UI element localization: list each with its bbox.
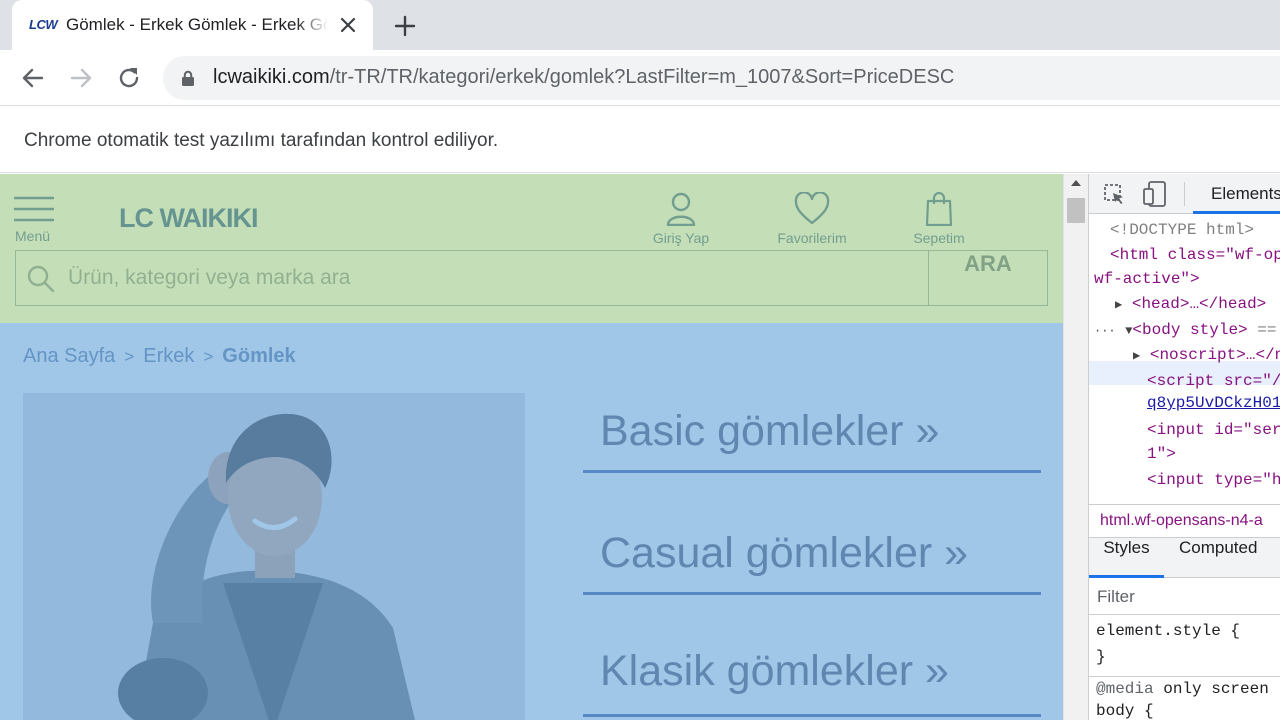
devtools-panel: Elements <!DOCTYPE html> <html class="wf… bbox=[1088, 174, 1280, 720]
infobar-text: Chrome otomatik test yazılımı tarafından… bbox=[24, 130, 499, 151]
url-host: lcwaikiki.com bbox=[213, 66, 330, 88]
search-icon bbox=[27, 265, 55, 293]
automation-infobar: Chrome otomatik test yazılımı tarafından… bbox=[0, 107, 1280, 173]
devtools-breadcrumb[interactable]: html.wf-opensans-n4-a bbox=[1089, 504, 1280, 538]
rule-element-style[interactable]: element.style { bbox=[1096, 620, 1240, 642]
styles-rules: element.style { } @media only screen bod… bbox=[1089, 616, 1280, 720]
dom-html-text: <html class="wf-op bbox=[1110, 246, 1280, 264]
cart-link[interactable]: Sepetim bbox=[910, 192, 968, 246]
new-tab-plus-icon[interactable] bbox=[393, 14, 417, 38]
page-scrollbar[interactable] bbox=[1063, 174, 1088, 720]
device-toolbar-icon[interactable] bbox=[1143, 181, 1167, 207]
browser-toolbar: lcwaikiki.com/tr-TR/TR/kategori/erkek/go… bbox=[0, 50, 1280, 106]
site-header: Menü LC WAIKIKI Giriş Yap Favorilerim Se… bbox=[0, 174, 1063, 323]
category-link-casual[interactable]: Casual gömlekler » bbox=[583, 529, 1041, 595]
styles-filter-input[interactable] bbox=[1097, 585, 1277, 609]
search-button[interactable]: ARA bbox=[928, 251, 1047, 305]
styles-filter bbox=[1089, 579, 1280, 615]
logo-text: LC WAIKIKI bbox=[119, 203, 258, 232]
breadcrumb-men[interactable]: Erkek bbox=[143, 345, 194, 367]
toolbar-divider bbox=[1184, 182, 1185, 206]
rule-media-keyword: @media bbox=[1096, 680, 1154, 698]
favorites-link[interactable]: Favorilerim bbox=[774, 192, 850, 246]
devtools-breadcrumb-text[interactable]: html.wf-opensans-n4-a bbox=[1100, 512, 1263, 530]
address-bar[interactable]: lcwaikiki.com/tr-TR/TR/kategori/erkek/go… bbox=[163, 56, 1280, 100]
dom-head[interactable]: ▶ <head>…</head> bbox=[1115, 293, 1266, 315]
heart-icon bbox=[794, 192, 830, 225]
rule-close-brace: } bbox=[1096, 648, 1106, 666]
search-input[interactable] bbox=[68, 251, 928, 305]
breadcrumb-home[interactable]: Ana Sayfa bbox=[23, 345, 115, 367]
breadcrumb: Ana Sayfa > Erkek > Gömlek bbox=[23, 345, 296, 368]
dom-body-text: <body style> bbox=[1132, 321, 1248, 339]
category-link-basic[interactable]: Basic gömlekler » bbox=[583, 407, 1041, 473]
dom-noscript[interactable]: ▶ <noscript>…</n bbox=[1133, 344, 1280, 366]
breadcrumb-current: Gömlek bbox=[222, 345, 296, 367]
dom-script-link[interactable]: q8yp5UvDCkzH01 bbox=[1147, 392, 1280, 414]
inspect-element-icon[interactable] bbox=[1103, 183, 1125, 205]
login-label: Giriş Yap bbox=[652, 230, 710, 246]
tab-computed[interactable]: Computed bbox=[1179, 538, 1257, 578]
browser-tab[interactable]: LCW Gömlek - Erkek Gömlek - Erkek Gömlek… bbox=[12, 0, 373, 50]
more-ellipsis-icon[interactable]: ··· bbox=[1094, 324, 1116, 338]
dom-head-text: <head>…</head> bbox=[1131, 295, 1267, 313]
favorites-label: Favorilerim bbox=[777, 230, 847, 246]
styles-tabbar: Styles Computed bbox=[1089, 538, 1280, 578]
menu-label[interactable]: Menü bbox=[15, 228, 50, 244]
scroll-thumb[interactable] bbox=[1067, 198, 1085, 223]
url-text[interactable]: lcwaikiki.com/tr-TR/TR/kategori/erkek/go… bbox=[213, 66, 954, 89]
lc-waikiki-logo[interactable]: LC WAIKIKI bbox=[119, 202, 279, 232]
dom-input-1[interactable]: <input id="ser bbox=[1147, 419, 1280, 441]
hero-model-image[interactable] bbox=[23, 393, 525, 720]
url-path: /tr-TR/TR/kategori/erkek/gomlek?LastFilt… bbox=[329, 66, 955, 88]
category-body: Ana Sayfa > Erkek > Gömlek Basic gömlekl… bbox=[0, 323, 1063, 720]
dom-html-cont: wf-active"> bbox=[1094, 270, 1200, 288]
dom-html-open[interactable]: <html class="wf-op bbox=[1110, 244, 1280, 266]
back-arrow-icon[interactable] bbox=[20, 65, 46, 91]
dom-body-eq: == bbox=[1247, 321, 1277, 339]
cart-label: Sepetim bbox=[913, 230, 965, 246]
dom-noscript-text: <noscript>…</n bbox=[1149, 346, 1280, 364]
expand-triangle-icon[interactable]: ▶ bbox=[1133, 349, 1140, 363]
dom-input-2[interactable]: <input type="h bbox=[1147, 469, 1280, 491]
shopping-bag-icon bbox=[925, 192, 953, 226]
dom-script[interactable]: <script src="/ bbox=[1147, 370, 1280, 392]
dom-input-1-cont: 1"> bbox=[1147, 445, 1176, 463]
rule-divider bbox=[1089, 676, 1280, 677]
lcw-favicon-icon: LCW bbox=[29, 17, 58, 32]
breadcrumb-separator: > bbox=[124, 347, 135, 366]
devtools-toolbar: Elements bbox=[1089, 174, 1280, 214]
tab-elements[interactable]: Elements bbox=[1193, 174, 1280, 214]
scroll-up-arrow-icon[interactable] bbox=[1071, 180, 1081, 186]
dom-tree: <!DOCTYPE html> <html class="wf-op wf-ac… bbox=[1089, 216, 1280, 498]
login-link[interactable]: Giriş Yap bbox=[650, 192, 712, 246]
reload-icon[interactable] bbox=[116, 65, 142, 91]
tab-styles[interactable]: Styles bbox=[1089, 538, 1164, 578]
dom-body[interactable]: ··· ▼<body style> == bbox=[1094, 319, 1276, 341]
rule-media-query: only screen bbox=[1153, 680, 1269, 698]
dom-doctype[interactable]: <!DOCTYPE html> bbox=[1110, 219, 1254, 241]
expand-triangle-icon[interactable]: ▶ bbox=[1115, 298, 1122, 312]
forward-arrow-icon[interactable] bbox=[68, 65, 94, 91]
rule-media[interactable]: @media only screen bbox=[1096, 678, 1269, 700]
rule-body[interactable]: body { bbox=[1096, 700, 1154, 720]
page-viewport: Menü LC WAIKIKI Giriş Yap Favorilerim Se… bbox=[0, 174, 1063, 720]
lock-icon[interactable] bbox=[181, 70, 195, 86]
hamburger-menu-icon[interactable] bbox=[14, 196, 54, 222]
user-icon bbox=[666, 192, 696, 226]
tab-strip: LCW Gömlek - Erkek Gömlek - Erkek Gömlek… bbox=[0, 0, 1280, 50]
close-icon[interactable] bbox=[338, 15, 358, 35]
site-search-bar: ARA bbox=[15, 250, 1048, 306]
breadcrumb-separator: > bbox=[203, 347, 214, 366]
tab-title: Gömlek - Erkek Gömlek - Erkek Gömlek Mod… bbox=[66, 15, 328, 34]
model-photo-illustration bbox=[23, 393, 525, 720]
category-link-classic[interactable]: Klasik gömlekler » bbox=[583, 647, 1041, 717]
